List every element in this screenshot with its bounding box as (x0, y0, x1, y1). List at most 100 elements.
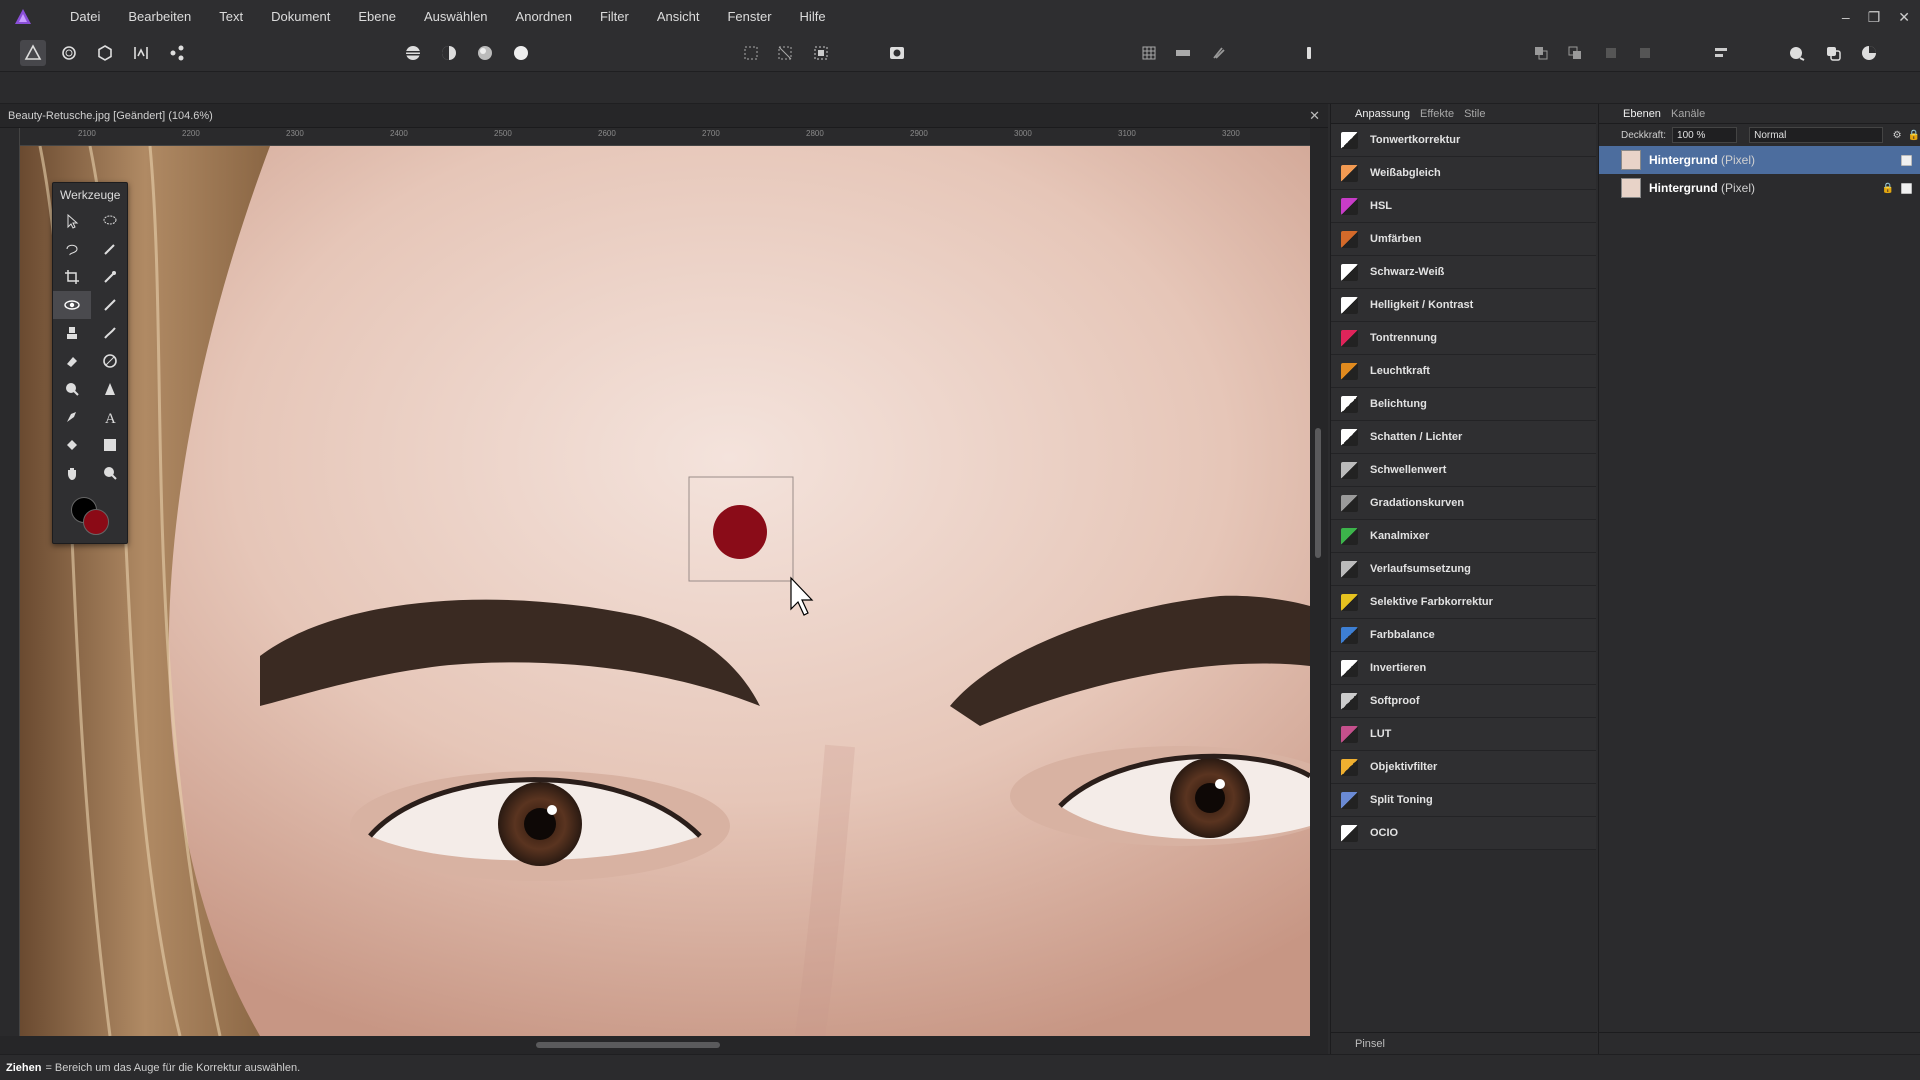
adjustment-item[interactable]: OCIO (1331, 817, 1596, 850)
adjustment-item[interactable]: Umfärben (1331, 223, 1596, 256)
color-picker-tool-icon[interactable] (91, 263, 129, 291)
adjustment-item[interactable]: Selektive Farbkorrektur (1331, 586, 1596, 619)
crop-tool-icon[interactable] (53, 263, 91, 291)
vertical-scrollbar[interactable] (1310, 128, 1328, 1036)
menu-text[interactable]: Text (205, 0, 257, 34)
menu-ansicht[interactable]: Ansicht (643, 0, 714, 34)
adjustment-item[interactable]: Schwarz-Weiß (1331, 256, 1596, 289)
opacity-field[interactable]: 100 % (1672, 127, 1738, 143)
lock-icon[interactable]: 🔒 (1908, 130, 1920, 141)
document-canvas[interactable] (20, 146, 1310, 1036)
adjustment-item[interactable]: Weißabgleich (1331, 157, 1596, 190)
adjustment-item[interactable]: Objektivfilter (1331, 751, 1596, 784)
menu-datei[interactable]: Datei (56, 0, 114, 34)
adjustment-item[interactable]: Leuchtkraft (1331, 355, 1596, 388)
fill-tool-icon[interactable] (53, 431, 91, 459)
blemish-tool-icon[interactable] (91, 347, 129, 375)
document-tab[interactable]: Beauty-Retusche.jpg [Geändert] (104.6%) … (0, 104, 1328, 128)
marquee-selection-icon[interactable] (738, 40, 764, 66)
develop-persona-icon[interactable] (92, 40, 118, 66)
zoom-tool-icon[interactable] (91, 459, 129, 487)
snapping-magnet-icon[interactable] (1206, 40, 1232, 66)
freehand-selection-tool-icon[interactable] (53, 235, 91, 263)
arrange-front-icon[interactable] (1598, 40, 1624, 66)
adjustment-item[interactable]: LUT (1331, 718, 1596, 751)
export-persona-icon[interactable] (164, 40, 190, 66)
tab-stile[interactable]: Stile (1464, 108, 1485, 120)
arrange-forward-icon[interactable] (1562, 40, 1588, 66)
adjustment-item[interactable]: Schwellenwert (1331, 454, 1596, 487)
restore-button[interactable]: ❐ (1868, 9, 1881, 26)
tab-effekte[interactable]: Effekte (1420, 108, 1454, 120)
settings-gear-icon[interactable]: ⚙ (1893, 130, 1902, 141)
paint-brush-tool-icon[interactable] (91, 291, 129, 319)
assistant-icon[interactable] (1170, 40, 1196, 66)
text-tool-icon[interactable]: A (91, 403, 129, 431)
arrange-back-icon[interactable] (1528, 40, 1554, 66)
info-icon[interactable] (1296, 40, 1322, 66)
menu-dokument[interactable]: Dokument (257, 0, 344, 34)
close-window-button[interactable]: ✕ (1898, 9, 1910, 26)
auto-white-balance-icon[interactable] (508, 40, 534, 66)
move-tool-icon[interactable] (53, 207, 91, 235)
color-wheel-icon[interactable] (1856, 40, 1882, 66)
menu-hilfe[interactable]: Hilfe (786, 0, 840, 34)
menu-ebene[interactable]: Ebene (344, 0, 410, 34)
scrollbar-thumb[interactable] (1315, 428, 1321, 558)
blend-mode-select[interactable]: Normal (1749, 127, 1883, 143)
auto-contrast-icon[interactable] (436, 40, 462, 66)
snapping-grid-icon[interactable] (1136, 40, 1162, 66)
layer-row[interactable]: Hintergrund (Pixel) (1599, 146, 1920, 174)
adjustment-item[interactable]: Belichtung (1331, 388, 1596, 421)
brush-panel-label[interactable]: Pinsel (1355, 1038, 1385, 1050)
adjustment-item[interactable]: Tonwertkorrektur (1331, 124, 1596, 157)
affinity-photo-logo-icon[interactable] (12, 6, 34, 28)
align-icon[interactable] (1708, 40, 1734, 66)
auto-colors-icon[interactable] (472, 40, 498, 66)
adjustment-item[interactable]: Schatten / Lichter (1331, 421, 1596, 454)
menu-filter[interactable]: Filter (586, 0, 643, 34)
eraser-tool-icon[interactable] (53, 347, 91, 375)
adjustment-item[interactable]: Kanalmixer (1331, 520, 1596, 553)
liquify-persona-icon[interactable] (56, 40, 82, 66)
selection-brush-icon[interactable] (91, 235, 129, 263)
selection-brush-tool-icon[interactable] (91, 207, 129, 235)
layer-visibility-checkbox[interactable] (1901, 182, 1912, 194)
adjustment-item[interactable]: Split Toning (1331, 784, 1596, 817)
tab-ebenen[interactable]: Ebenen (1623, 108, 1661, 120)
menu-bearbeiten[interactable]: Bearbeiten (114, 0, 205, 34)
adjustment-item[interactable]: Farbbalance (1331, 619, 1596, 652)
red-eye-tool-icon[interactable] (53, 291, 91, 319)
menu-anordnen[interactable]: Anordnen (502, 0, 586, 34)
color-well[interactable] (71, 497, 111, 537)
menu-auswaehlen[interactable]: Auswählen (410, 0, 502, 34)
horizontal-scrollbar[interactable] (0, 1036, 1328, 1054)
minimize-button[interactable]: – (1842, 9, 1850, 25)
smudge-tool-icon[interactable] (91, 319, 129, 347)
layer-row[interactable]: Hintergrund (Pixel) 🔒 (1599, 174, 1920, 202)
adjustment-item[interactable]: Softproof (1331, 685, 1596, 718)
adjustment-item[interactable]: Tontrennung (1331, 322, 1596, 355)
tone-mapping-persona-icon[interactable] (128, 40, 154, 66)
layer-visibility-checkbox[interactable] (1901, 154, 1912, 166)
sharpen-tool-icon[interactable] (91, 375, 129, 403)
adjustment-item[interactable]: Verlaufsumsetzung (1331, 553, 1596, 586)
boolean-operations-icon[interactable] (1820, 40, 1846, 66)
quick-mask-icon[interactable] (884, 40, 910, 66)
adjustment-item[interactable]: Gradationskurven (1331, 487, 1596, 520)
adjustment-item[interactable]: Helligkeit / Kontrast (1331, 289, 1596, 322)
tab-anpassung[interactable]: Anpassung (1355, 108, 1410, 120)
deselect-icon[interactable] (772, 40, 798, 66)
arrange-top-icon[interactable] (1632, 40, 1658, 66)
tab-kanaele[interactable]: Kanäle (1671, 108, 1705, 120)
dodge-tool-icon[interactable] (53, 375, 91, 403)
scrollbar-thumb[interactable] (536, 1042, 720, 1048)
layer-lock-icon[interactable]: 🔒 (1882, 183, 1894, 194)
close-document-icon[interactable]: ✕ (1309, 108, 1320, 124)
rectangle-tool-icon[interactable] (91, 431, 129, 459)
adjustment-item[interactable]: HSL (1331, 190, 1596, 223)
menu-fenster[interactable]: Fenster (713, 0, 785, 34)
user-avatar-icon[interactable] (1784, 40, 1810, 66)
background-color-swatch[interactable] (83, 509, 109, 535)
pen-tool-icon[interactable] (53, 403, 91, 431)
